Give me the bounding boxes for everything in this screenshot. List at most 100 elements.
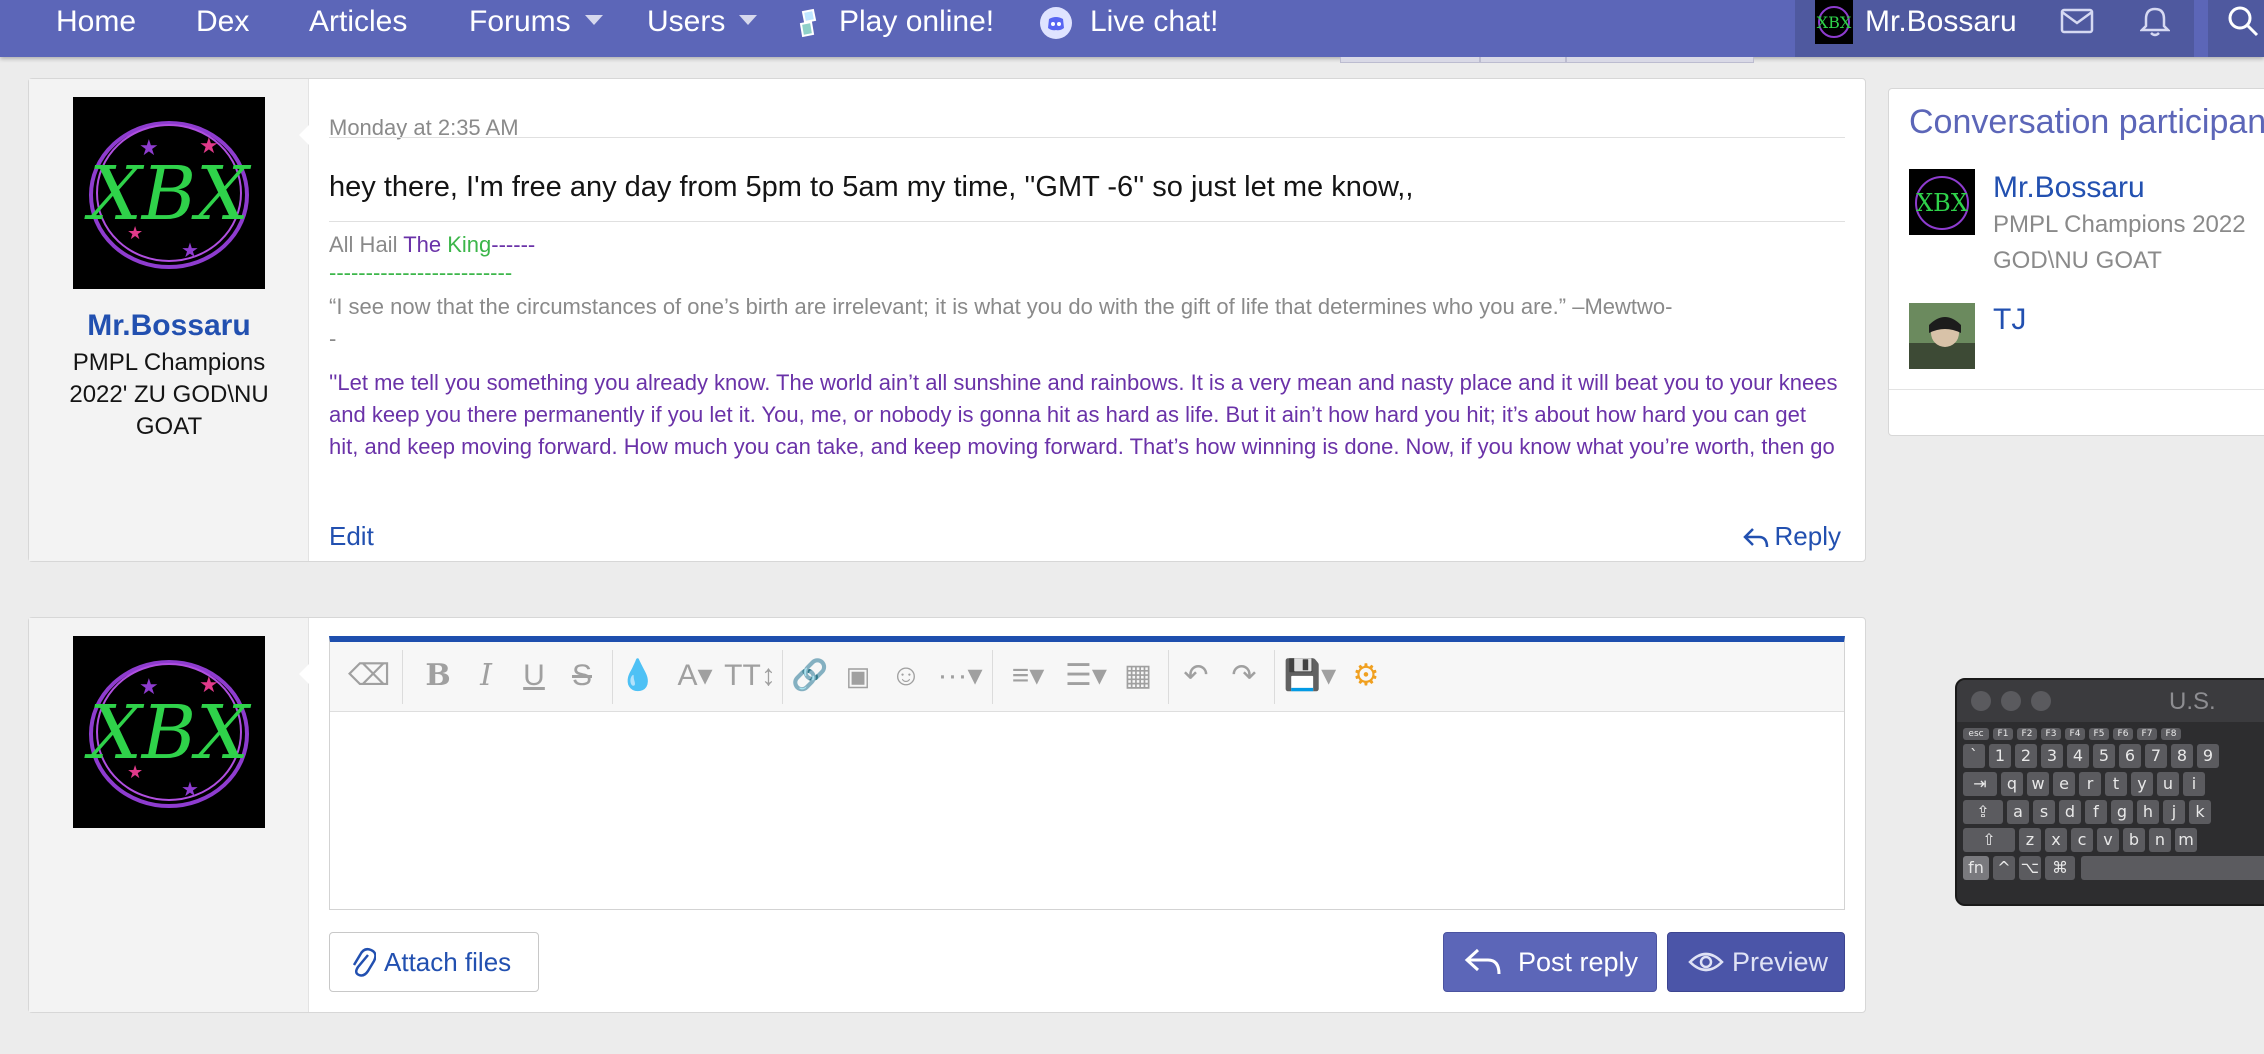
post-author-name[interactable]: Mr.Bossaru bbox=[29, 309, 309, 343]
keyboard-key[interactable]: x bbox=[2045, 828, 2067, 852]
keyboard-key[interactable]: r bbox=[2079, 772, 2101, 796]
avatar[interactable]: XBX bbox=[1909, 169, 1975, 235]
table-icon[interactable]: ▦ bbox=[1118, 656, 1158, 696]
font-family-icon[interactable]: A▾ bbox=[670, 656, 720, 696]
keyboard-key[interactable]: d bbox=[2059, 800, 2081, 824]
nav-dex[interactable]: Dex bbox=[196, 0, 249, 44]
keyboard-key[interactable]: fn bbox=[1963, 856, 1989, 880]
keyboard-key[interactable]: z bbox=[2019, 828, 2041, 852]
keyboard-key[interactable]: y bbox=[2131, 772, 2153, 796]
keyboard-key[interactable]: F3 bbox=[2041, 728, 2061, 740]
preview-button[interactable]: Preview bbox=[1667, 932, 1845, 992]
redo-icon[interactable]: ↷ bbox=[1224, 656, 1264, 696]
keyboard-key[interactable]: v bbox=[2097, 828, 2119, 852]
image-icon[interactable]: ▣ bbox=[838, 656, 878, 696]
avatar[interactable] bbox=[1909, 303, 1975, 369]
keyboard-key[interactable]: c bbox=[2071, 828, 2093, 852]
keyboard-key[interactable]: k bbox=[2189, 800, 2211, 824]
keyboard-key[interactable]: a bbox=[2007, 800, 2029, 824]
chevron-down-icon[interactable] bbox=[739, 15, 758, 26]
keyboard-key[interactable]: 4 bbox=[2067, 744, 2089, 768]
keyboard-key[interactable]: ` bbox=[1963, 744, 1985, 768]
strikethrough-icon[interactable]: S bbox=[562, 656, 602, 696]
nav-users[interactable]: Users bbox=[647, 0, 758, 44]
font-size-icon[interactable]: TT↕ bbox=[722, 656, 778, 696]
nav-live-chat[interactable]: Live chat! bbox=[1040, 0, 1218, 44]
align-icon[interactable]: ≡▾ bbox=[1002, 656, 1054, 696]
keyboard-key[interactable]: 7 bbox=[2145, 744, 2167, 768]
keyboard-key[interactable]: g bbox=[2111, 800, 2133, 824]
avatar[interactable]: XBX ★ ★ ★ ★ bbox=[73, 97, 265, 289]
keyboard-key[interactable]: ⇥ bbox=[1963, 772, 1997, 796]
nav-articles[interactable]: Articles bbox=[309, 0, 407, 44]
keyboard-key[interactable]: n bbox=[2149, 828, 2171, 852]
keyboard-key[interactable]: u bbox=[2157, 772, 2179, 796]
keyboard-key[interactable]: s bbox=[2033, 800, 2055, 824]
keyboard-key[interactable]: F5 bbox=[2089, 728, 2109, 740]
keyboard-key[interactable]: w bbox=[2027, 772, 2049, 796]
italic-icon[interactable]: I bbox=[466, 656, 506, 696]
alerts-button[interactable] bbox=[2116, 0, 2194, 57]
keyboard-key[interactable]: F8 bbox=[2161, 728, 2181, 740]
link-icon[interactable]: 🔗 bbox=[790, 656, 830, 696]
keyboard-key[interactable]: e bbox=[2053, 772, 2075, 796]
keyboard-key[interactable]: ^ bbox=[1993, 856, 2015, 880]
close-button[interactable] bbox=[1971, 691, 1991, 711]
keyboard-key[interactable]: 5 bbox=[2093, 744, 2115, 768]
list-icon[interactable]: ☰▾ bbox=[1058, 656, 1114, 696]
sig-quote: “I see now that the circumstances of one… bbox=[329, 294, 1673, 351]
rich-text-editor[interactable]: ⌫ B I U S 💧 A▾ TT↕ 🔗 ▣ ☺ ···▾ ≡▾ ☰▾ ▦ ↶ … bbox=[329, 636, 1845, 910]
keyboard-key[interactable]: 3 bbox=[2041, 744, 2063, 768]
keyboard-key[interactable]: t bbox=[2105, 772, 2127, 796]
keyboard-key[interactable]: ⌥ bbox=[2019, 856, 2041, 880]
keyboard-key[interactable]: h bbox=[2137, 800, 2159, 824]
text-color-icon[interactable]: 💧 bbox=[618, 656, 658, 696]
nav-user-menu[interactable]: XBX Mr.Bossaru bbox=[1795, 0, 2038, 57]
post-reply-button[interactable]: Post reply bbox=[1443, 932, 1657, 992]
keyboard-key[interactable]: 9 bbox=[2197, 744, 2219, 768]
minimize-button[interactable] bbox=[2001, 691, 2021, 711]
keyboard-key[interactable]: 6 bbox=[2119, 744, 2141, 768]
reply-link[interactable]: Reply bbox=[1742, 521, 1841, 552]
keyboard-key[interactable]: q bbox=[2001, 772, 2023, 796]
keyboard-key[interactable]: f bbox=[2085, 800, 2107, 824]
participant-name[interactable]: Mr.Bossaru bbox=[1993, 171, 2145, 205]
nav-play-online[interactable]: Play online! bbox=[795, 0, 994, 44]
keyboard-key[interactable]: 8 bbox=[2171, 744, 2193, 768]
nav-forums[interactable]: Forums bbox=[469, 0, 603, 44]
bold-icon[interactable]: B bbox=[418, 656, 458, 696]
gear-icon[interactable]: ⚙ bbox=[1346, 656, 1386, 696]
keyboard-key[interactable]: b bbox=[2123, 828, 2145, 852]
drafts-icon[interactable]: 💾▾ bbox=[1282, 656, 1338, 696]
edit-link[interactable]: Edit bbox=[329, 521, 374, 552]
keyboard-key[interactable]: ⇧ bbox=[1963, 828, 2015, 852]
keyboard-key[interactable]: m bbox=[2175, 828, 2197, 852]
more-options-icon[interactable]: ···▾ bbox=[934, 656, 986, 696]
keyboard-key[interactable]: ⌘ bbox=[2045, 856, 2075, 880]
inbox-button[interactable] bbox=[2038, 0, 2116, 57]
keyboard-key[interactable]: esc bbox=[1963, 728, 1989, 740]
keyboard-key[interactable]: F2 bbox=[2017, 728, 2037, 740]
keyboard-key[interactable]: j bbox=[2163, 800, 2185, 824]
search-button[interactable] bbox=[2208, 0, 2264, 57]
eraser-icon[interactable]: ⌫ bbox=[348, 656, 390, 696]
keyboard-viewer[interactable]: U.S. esc F1 F2 F3 F4 F5 F6 F7 F8 ` 1 2 3… bbox=[1955, 678, 2264, 906]
keyboard-key[interactable]: F7 bbox=[2137, 728, 2157, 740]
keyboard-key[interactable]: 2 bbox=[2015, 744, 2037, 768]
keyboard-key[interactable]: F1 bbox=[1993, 728, 2013, 740]
zoom-button[interactable] bbox=[2031, 691, 2051, 711]
undo-icon[interactable]: ↶ bbox=[1176, 656, 1216, 696]
participant-name[interactable]: TJ bbox=[1993, 303, 2026, 337]
emoji-icon[interactable]: ☺ bbox=[886, 656, 926, 696]
attach-files-button[interactable]: Attach files bbox=[329, 932, 539, 992]
keyboard-key[interactable]: F6 bbox=[2113, 728, 2133, 740]
keyboard-key[interactable]: ⇪ bbox=[1963, 800, 2003, 824]
message-post: XBX ★ ★ ★ ★ Mr.Bossaru PMPL Champions 2022' … bbox=[28, 78, 1866, 562]
chevron-down-icon[interactable] bbox=[584, 15, 603, 26]
keyboard-key[interactable]: i bbox=[2183, 772, 2205, 796]
space-key[interactable] bbox=[2081, 856, 2264, 880]
nav-home[interactable]: Home bbox=[56, 0, 136, 44]
keyboard-key[interactable]: F4 bbox=[2065, 728, 2085, 740]
keyboard-key[interactable]: 1 bbox=[1989, 744, 2011, 768]
underline-icon[interactable]: U bbox=[514, 656, 554, 696]
